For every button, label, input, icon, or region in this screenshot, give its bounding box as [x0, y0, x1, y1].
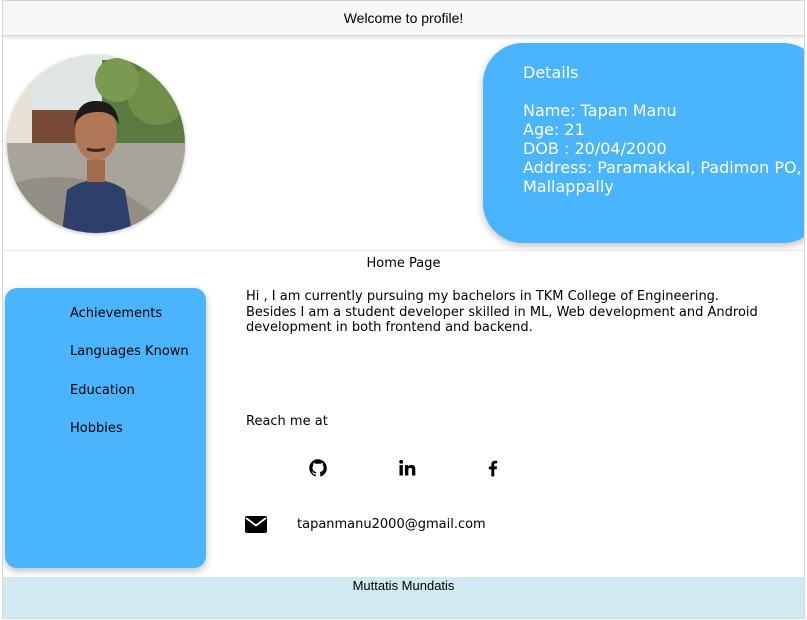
detail-name: Name: Tapan Manu [523, 101, 677, 120]
sidebar-item-education[interactable]: Education [70, 383, 135, 398]
footer: Muttatis Mundatis [3, 577, 804, 618]
intro-line-3: development in both frontend and backend… [246, 320, 533, 335]
sidebar-item-hobbies[interactable]: Hobbies [70, 421, 123, 436]
intro-text: Hi , I am currently pursuing my bachelor… [246, 289, 766, 336]
footer-text: Muttatis Mundatis [352, 578, 455, 593]
intro-line-2: Besides I am a student developer skilled… [246, 304, 758, 320]
detail-age: Age: 21 [523, 120, 585, 139]
github-icon[interactable] [308, 458, 328, 478]
top-bar: Welcome to profile! [3, 1, 804, 36]
section-divider [3, 250, 804, 251]
sidebar-nav: Achievements Languages Known Education H… [5, 288, 206, 568]
detail-address-line2: Mallappally [523, 177, 614, 196]
home-page-title: Home Page [366, 256, 441, 271]
detail-address-line1: Address: Paramakkal, Padimon PO, [523, 158, 802, 177]
profile-photo [7, 55, 185, 233]
linkedin-icon[interactable] [397, 458, 417, 478]
intro-line-1: Hi , I am currently pursuing my bachelor… [246, 289, 720, 304]
envelope-icon [245, 516, 267, 533]
reach-me-label: Reach me at [246, 414, 328, 429]
sidebar-item-languages-known[interactable]: Languages Known [70, 344, 189, 359]
details-heading: Details [523, 63, 579, 82]
welcome-title: Welcome to profile! [343, 10, 464, 26]
email-link[interactable]: tapanmanu2000@gmail.com [297, 517, 486, 532]
facebook-icon[interactable] [483, 458, 503, 478]
details-card: Details Name: Tapan Manu Age: 21 DOB : 2… [483, 43, 804, 243]
profile-avatar [7, 55, 185, 233]
sidebar-item-achievements[interactable]: Achievements [70, 306, 162, 321]
detail-dob: DOB : 20/04/2000 [523, 139, 667, 158]
page-frame: Welcome to profile! Details Name: Tapan … [2, 0, 805, 619]
